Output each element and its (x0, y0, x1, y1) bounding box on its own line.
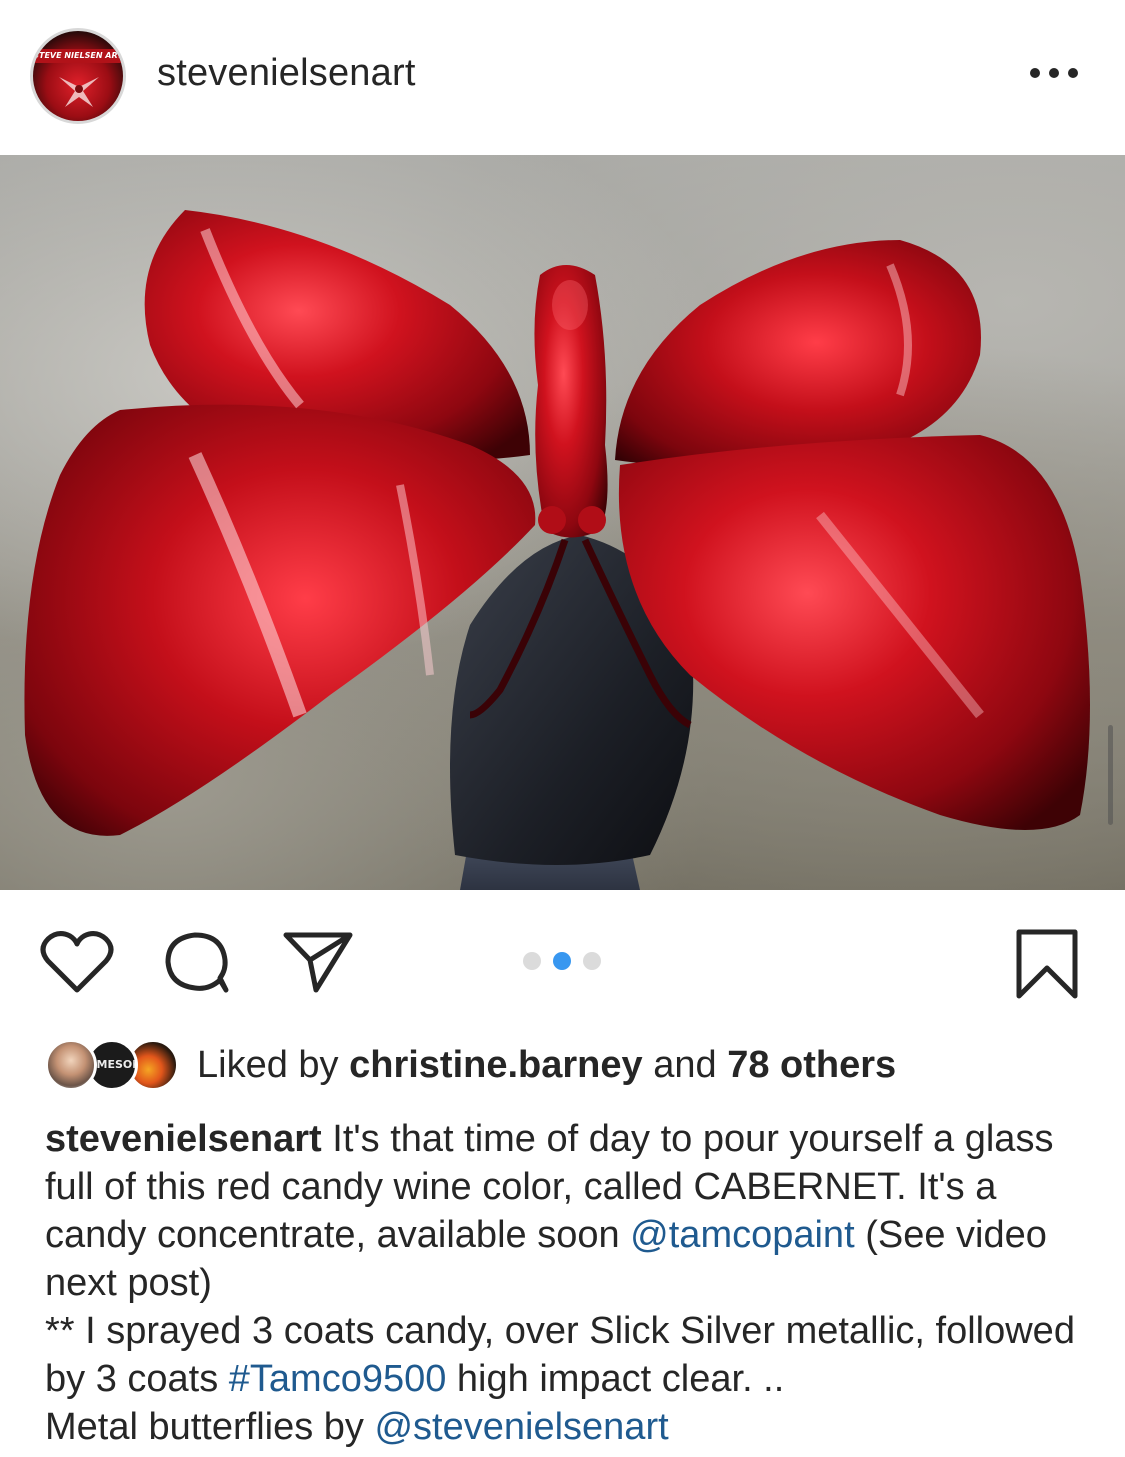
likes-others-link[interactable]: 78 others (727, 1044, 896, 1086)
likes-text: Liked by christine.barney and 78 others (197, 1044, 896, 1087)
post-header: STEVE NIELSEN ART stevenielsenart (0, 0, 1125, 155)
share-icon[interactable] (282, 930, 354, 994)
post-username[interactable]: stevenielsenart (157, 52, 416, 95)
likes-row: EMESON Liked by christine.barney and 78 … (45, 1036, 1095, 1096)
likes-prefix: Liked by (197, 1044, 350, 1086)
carousel-dot (523, 952, 541, 970)
caption-text: high impact clear. .. (446, 1358, 785, 1400)
carousel-indicator (523, 952, 601, 970)
bookmark-icon[interactable] (1015, 928, 1079, 1000)
post-photo[interactable] (0, 155, 1125, 890)
likes-conjunction: and (642, 1044, 728, 1086)
liker-avatars[interactable]: EMESON (45, 1039, 180, 1091)
scrollbar[interactable] (1108, 725, 1113, 825)
more-dot (1068, 68, 1078, 78)
butterfly-photo (24, 210, 1090, 890)
liker-avatar (45, 1039, 97, 1091)
comment-icon[interactable] (162, 930, 234, 994)
caption-author[interactable]: stevenielsenart (45, 1118, 322, 1160)
post-caption: stevenielsenart It's that time of day to… (45, 1115, 1095, 1451)
more-dot (1030, 68, 1040, 78)
avatar-banner-text: STEVE NIELSEN ART (33, 49, 123, 63)
logo-mark-icon (59, 77, 99, 107)
caption-paragraph: ** I sprayed 3 coats candy, over Slick S… (45, 1307, 1095, 1403)
carousel-dot (583, 952, 601, 970)
heart-icon[interactable] (40, 930, 114, 994)
hashtag-link[interactable]: #Tamco9500 (229, 1358, 447, 1400)
caption-text: Metal butterflies by (45, 1406, 375, 1448)
carousel-dot-active (553, 952, 571, 970)
action-bar (0, 890, 1125, 1030)
more-options-icon[interactable] (1030, 68, 1086, 82)
more-dot (1049, 68, 1059, 78)
caption-paragraph: stevenielsenart It's that time of day to… (45, 1115, 1095, 1307)
caption-paragraph: Metal butterflies by @stevenielsenart (45, 1403, 1095, 1451)
liker-username[interactable]: christine.barney (349, 1044, 643, 1086)
mention-link[interactable]: @tamcopaint (630, 1214, 854, 1256)
profile-avatar[interactable]: STEVE NIELSEN ART (30, 28, 126, 124)
mention-link[interactable]: @stevenielsenart (374, 1406, 668, 1448)
